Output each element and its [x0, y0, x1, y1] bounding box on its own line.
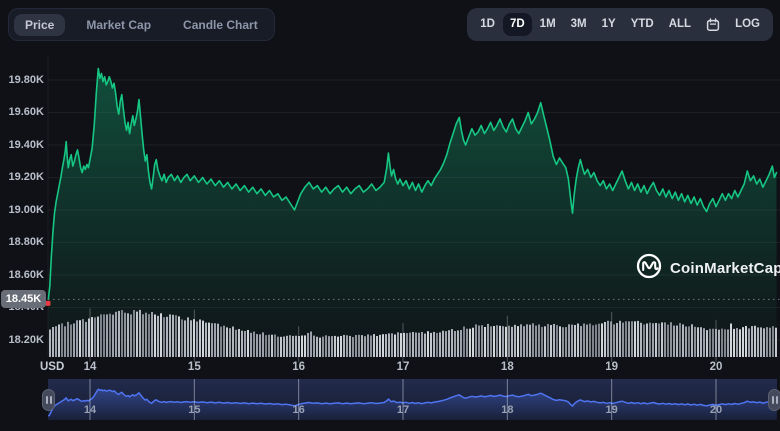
y-axis-label: 19.60K	[8, 106, 44, 118]
y-axis-label: 18.80K	[8, 236, 44, 248]
current-price-tag: 18.45K	[1, 290, 46, 308]
x-axis-label: 19	[605, 361, 619, 373]
range-7d[interactable]: 7D	[502, 12, 532, 37]
range-all[interactable]: ALL	[662, 13, 698, 37]
x-axis-label: 20	[709, 361, 723, 373]
y-axis-label: 19.80K	[8, 73, 44, 86]
navigator-label: 20	[709, 404, 723, 416]
range-1m[interactable]: 1M	[533, 13, 563, 37]
x-axis-label: 14	[83, 361, 97, 373]
currency-label: USD	[40, 361, 65, 373]
x-axis-label: 17	[396, 361, 410, 373]
tab-market-cap[interactable]: Market Cap	[75, 14, 162, 36]
y-axis-label: 19.20K	[8, 171, 44, 183]
x-axis-label: 18	[500, 361, 514, 373]
tab-price[interactable]: Price	[14, 13, 66, 36]
navigator-left-handle[interactable]	[42, 389, 55, 411]
navigator-label: 15	[188, 404, 201, 416]
range-log[interactable]: LOG	[728, 13, 767, 37]
navigator-label: 17	[396, 404, 410, 416]
navigator-right-handle[interactable]	[768, 389, 780, 411]
x-axis-label: 16	[292, 361, 306, 373]
y-axis-label: 18.60K	[8, 268, 44, 281]
range-3m[interactable]: 3M	[564, 13, 594, 37]
y-axis-label: 19.40K	[8, 138, 44, 151]
price-chart-plot[interactable]	[48, 55, 780, 357]
navigator-label: 19	[605, 404, 618, 416]
tab-candle-chart[interactable]: Candle Chart	[172, 14, 269, 36]
toolbar: Price Market Cap Candle Chart 1D 7D 1M 3M 1Y YT…	[0, 0, 780, 49]
calendar-button[interactable]	[699, 12, 727, 38]
range-1d[interactable]: 1D	[473, 13, 502, 37]
range-1y[interactable]: 1Y	[595, 13, 623, 37]
y-axis-label: 19.00K	[8, 203, 44, 216]
calendar-icon	[706, 17, 720, 31]
navigator-label: 14	[83, 404, 97, 416]
x-axis-label: 15	[187, 361, 201, 373]
navigator-label: 18	[501, 404, 514, 416]
range-ytd[interactable]: YTD	[624, 13, 661, 37]
y-axis-label: 18.20K	[8, 333, 44, 346]
range-selector: 1D 7D 1M 3M 1Y YTD ALL LOG	[467, 8, 773, 41]
navigator-label: 16	[292, 404, 305, 416]
chart-type-tabs: Price Market Cap Candle Chart	[8, 8, 275, 41]
